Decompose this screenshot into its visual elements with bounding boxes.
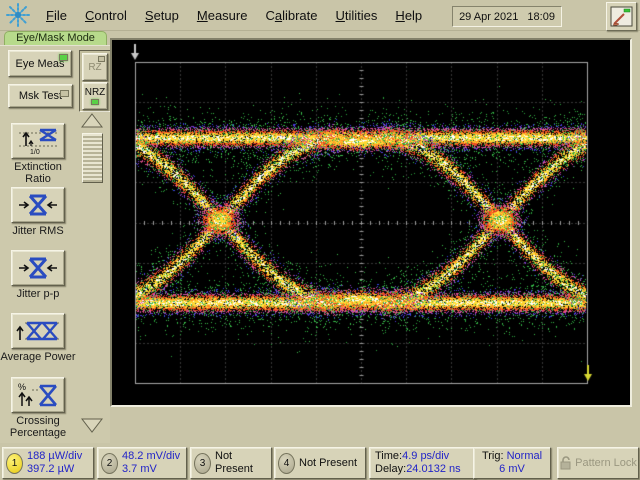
rz-button[interactable]: RZ [82,53,108,81]
channel-1-button[interactable]: 1 188 µW/div 397.2 µW [2,447,94,479]
menu-measure[interactable]: Measure [197,8,248,23]
average-power-button[interactable] [11,313,65,349]
jitter-pp-item: Jitter p-p [0,250,76,300]
delay-value: 24.0132 ns [406,463,461,475]
waveform-display [110,38,632,407]
touchscreen-button[interactable] [606,2,637,31]
jitter-pp-button[interactable] [11,250,65,286]
datetime-display: 29 Apr 2021 18:09 [452,6,562,27]
trig-mode: Normal [506,450,543,462]
channel-2-badge: 2 [101,452,118,474]
channel-4-badge: 4 [278,452,295,474]
rz-led [98,56,105,62]
time-text: 18:09 [527,10,555,23]
extinction-ratio-icon: 1/0 [19,128,57,155]
trig-level: 6 mV [499,463,525,475]
menu-help[interactable]: Help [395,8,422,23]
extinction-ratio-item: 1/0 Extinction Ratio [0,123,76,185]
channel-1-offset: 397.2 µW [27,463,75,475]
jitter-rms-icon [19,194,57,216]
channel-1-scale: 188 µW/div [27,450,83,462]
sidebar: Eye Meas Msk Test RZ NRZ 1/0 Extinction … [0,45,110,443]
menu-calibrate[interactable]: Calibrate [265,8,317,23]
svg-text:1/0: 1/0 [30,149,40,155]
channel-1-badge: 1 [6,452,23,474]
timebase-button[interactable]: Time:4.9 ps/div Delay:24.0132 ns [369,447,476,479]
average-power-item: Average Power [0,313,76,363]
pattern-lock-label: Pattern Lock [575,457,637,469]
scroll-thumb[interactable] [82,133,103,183]
channel-4-status: Not Present [299,456,358,469]
extinction-ratio-button[interactable]: 1/0 [11,123,65,159]
jitter-rms-label: Jitter RMS [12,225,64,237]
eye-meas-led [59,54,68,61]
channel-2-button[interactable]: 2 48.2 mV/div 3.7 mV [97,447,187,479]
extinction-ratio-label: Extinction Ratio [14,161,62,185]
channel-2-scale: 48.2 mV/div [122,450,181,462]
crossing-percentage-button[interactable]: % [11,377,65,413]
svg-text:%: % [18,382,26,392]
channel-3-button[interactable]: 3 Not Present [190,447,272,479]
agilent-spark-icon [6,3,30,27]
lock-icon [560,456,571,470]
msk-test-label: Msk Test [18,90,63,102]
nrz-led [91,99,99,105]
channel-4-button[interactable]: 4 Not Present [274,447,366,479]
crossing-percentage-label: Crossing Percentage [9,415,67,439]
date-text: 29 Apr 2021 [459,10,519,23]
mode-tab: Eye/Mask Mode [4,31,107,46]
average-power-icon [16,321,59,341]
scroll-down-arrow[interactable] [80,417,104,434]
trigger-button[interactable]: Trig: Normal 6 mV [473,447,551,479]
jitter-pp-icon [19,257,57,279]
average-power-label: Average Power [0,351,76,363]
eye-meas-label: Eye Meas [15,57,65,70]
menu-control[interactable]: Control [85,8,127,23]
jitter-pp-label: Jitter p-p [16,288,60,300]
eye-meas-button[interactable]: Eye Meas [8,50,72,77]
touchscreen-icon [610,6,633,27]
delay-label: Delay: [375,463,407,475]
menu-utilities[interactable]: Utilities [336,8,378,23]
nrz-label: NRZ [84,87,106,98]
rz-nrz-panel: RZ NRZ [79,50,110,112]
msk-test-led [60,90,69,97]
channel-3-status: Not Present [215,450,253,475]
time-value: 4.9 ps/div [402,450,450,462]
menu-file[interactable]: File [46,8,67,23]
sidebar-scrollbar[interactable] [80,112,104,434]
nrz-button[interactable]: NRZ [82,82,108,110]
crossing-percentage-item: % Crossing Percentage [0,377,76,439]
time-label: Time: [375,450,403,462]
status-bar: 1 188 µW/div 397.2 µW 2 48.2 mV/div 3.7 … [0,444,640,480]
menu-setup[interactable]: Setup [145,8,179,23]
channel-2-offset: 3.7 mV [122,463,157,475]
jitter-rms-button[interactable] [11,187,65,223]
msk-test-button[interactable]: Msk Test [8,84,73,108]
pattern-lock-button[interactable]: Pattern Lock [557,447,639,479]
crossing-percentage-icon: % [18,382,57,407]
scroll-up-arrow[interactable] [80,112,104,129]
jitter-rms-item: Jitter RMS [0,187,76,237]
eye-diagram-canvas [112,40,630,405]
channel-3-badge: 3 [194,452,211,474]
rz-label: RZ [88,61,102,73]
trig-label: Trig: [481,450,504,462]
